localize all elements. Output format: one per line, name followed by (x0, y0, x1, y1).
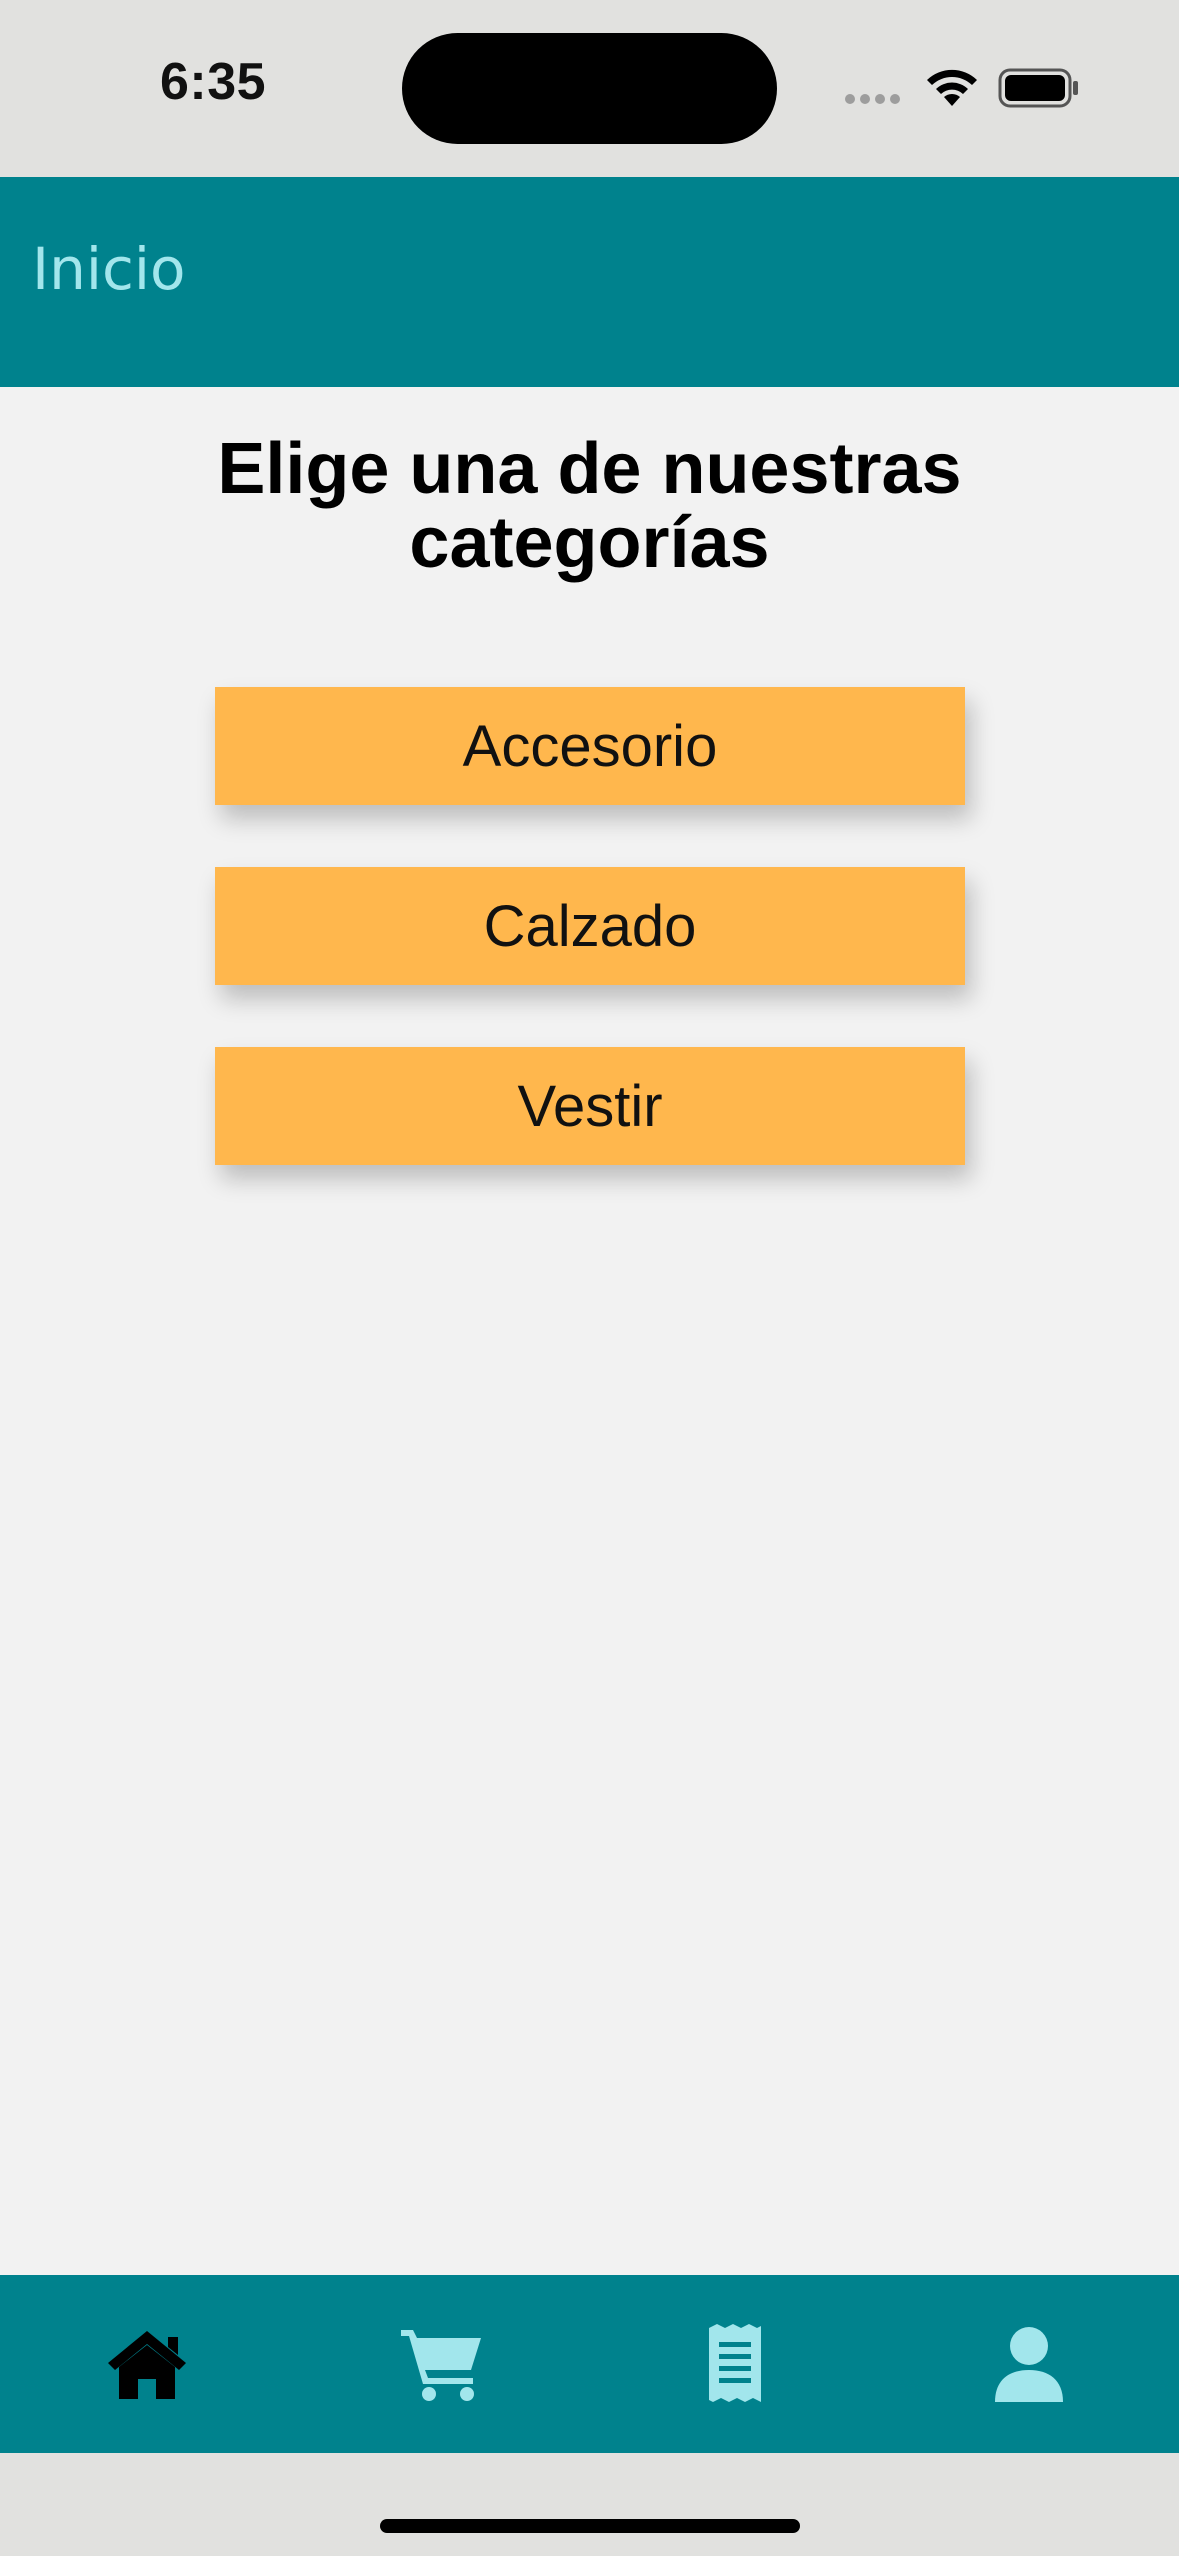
user-icon (995, 2327, 1063, 2402)
page-title: Inicio (32, 235, 186, 303)
category-button-vestir[interactable]: Vestir (215, 1047, 965, 1165)
heading-line-2: categorías (409, 503, 770, 583)
home-icon (108, 2331, 186, 2399)
dynamic-island (402, 33, 777, 144)
bottom-navigation (0, 2275, 1179, 2453)
home-indicator[interactable] (380, 2519, 800, 2533)
status-time: 6:35 (160, 53, 267, 111)
app-bar: Inicio (0, 177, 1179, 387)
cellular-signal-icon (845, 94, 900, 104)
nav-item-orders[interactable] (588, 2275, 882, 2453)
home-indicator-area (0, 2453, 1179, 2556)
category-button-calzado[interactable]: Calzado (215, 867, 965, 985)
status-bar: 6:35 (0, 0, 1179, 177)
category-button-accesorio[interactable]: Accesorio (215, 687, 965, 805)
categories-heading: Elige una de nuestras categorías (100, 432, 1079, 580)
heading-line-1: Elige una de nuestras (217, 429, 962, 509)
nav-item-home[interactable] (0, 2275, 294, 2453)
wifi-icon (927, 69, 977, 106)
receipt-icon (709, 2324, 761, 2402)
nav-item-cart[interactable] (294, 2275, 588, 2453)
battery-icon (998, 68, 1078, 108)
nav-item-profile[interactable] (882, 2275, 1176, 2453)
cart-icon (401, 2330, 481, 2401)
